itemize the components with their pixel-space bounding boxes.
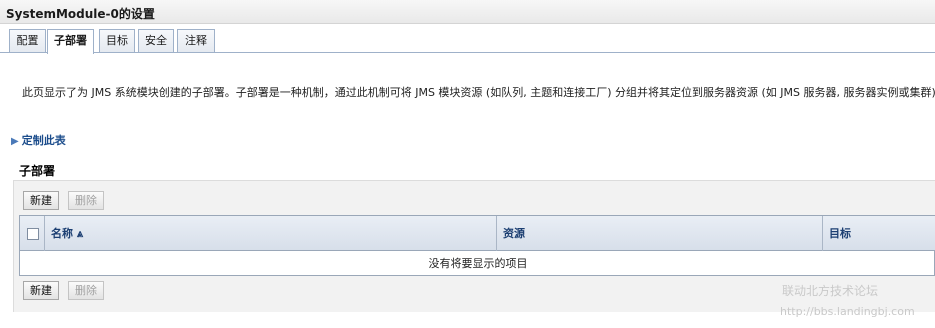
tab-bar: 配置 子部署 目标 安全 注释	[0, 29, 935, 54]
column-header-resource[interactable]: 资源	[496, 216, 822, 251]
title-bar: SystemModule-0的设置	[0, 0, 935, 24]
empty-table-message: 没有将要显示的项目	[428, 257, 528, 270]
tab-security[interactable]: 安全	[138, 29, 174, 53]
column-header-name[interactable]: 名称 ⩓	[44, 216, 516, 251]
new-button-top[interactable]: 新建	[23, 191, 59, 210]
tab-subdeployments[interactable]: 子部署	[47, 29, 94, 54]
column-header-target[interactable]: 目标	[822, 216, 935, 251]
subdeployments-table: 名称 ⩓ 资源 目标 没有将要显示的项目	[19, 215, 935, 276]
delete-button-bottom[interactable]: 删除	[68, 281, 104, 300]
select-all-checkbox[interactable]	[27, 228, 39, 240]
new-button-bottom[interactable]: 新建	[23, 281, 59, 300]
expand-triangle-icon: ▶	[11, 136, 19, 147]
tab-notes[interactable]: 注释	[177, 29, 215, 53]
page-description: 此页显示了为 JMS 系统模块创建的子部署。子部署是一种机制，通过此机制可将 J…	[22, 86, 935, 99]
tab-config[interactable]: 配置	[9, 29, 46, 53]
tab-targets[interactable]: 目标	[99, 29, 135, 53]
customize-table-link[interactable]: ▶ 定制此表	[11, 132, 66, 148]
table-header: 名称 ⩓ 资源 目标	[20, 216, 935, 251]
delete-button-top[interactable]: 删除	[68, 191, 104, 210]
section-title: 子部署	[19, 164, 56, 178]
watermark-text: 联动北方技术论坛	[782, 284, 879, 298]
watermark-url: http://bbs.landingbj.com	[780, 305, 915, 318]
page-title: SystemModule-0的设置	[6, 7, 155, 21]
customize-table-label: 定制此表	[21, 134, 66, 147]
tab-underline	[0, 52, 935, 53]
